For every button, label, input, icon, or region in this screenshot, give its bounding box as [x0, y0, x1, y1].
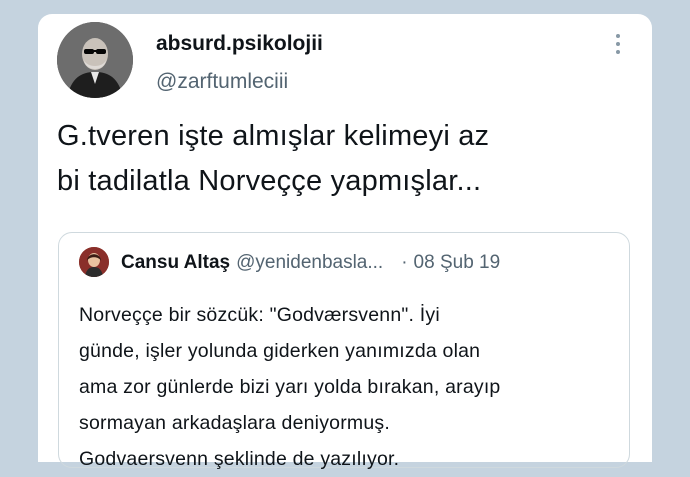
quoted-avatar[interactable] — [79, 247, 109, 277]
user-handle[interactable]: @zarftumleciii — [156, 70, 288, 94]
quoted-text-line: ama zor günlerde bizi yarı yolda bırakan… — [79, 376, 501, 398]
more-dot — [616, 42, 620, 46]
quoted-avatar-portrait — [79, 247, 109, 277]
quoted-tweet[interactable]: Cansu Altaş @yenidenbasla... · 08 Şub 19 No… — [58, 232, 630, 470]
quoted-text-line: sormayan arkadaşlara deniyormuş. — [79, 412, 390, 434]
quoted-text-line: Norveççe bir sözcük: "Godværsvenn". İyi — [79, 304, 440, 326]
display-name[interactable]: absurd.psikolojii — [156, 32, 323, 56]
more-dot — [616, 34, 620, 38]
avatar-portrait — [57, 22, 133, 98]
quoted-name[interactable]: Cansu Altaş — [121, 252, 230, 273]
tweet-text-line: G.tveren işte almışlar kelimeyi az — [57, 120, 490, 152]
more-dot — [616, 50, 620, 54]
tweet-text-line: bi tadilatla Norveççe yapmışlar... — [57, 165, 482, 197]
more-vertical-icon[interactable] — [610, 30, 626, 58]
separator-dot: · — [401, 252, 408, 273]
quoted-date[interactable]: 08 Şub 19 — [414, 252, 501, 273]
tweet-text: G.tveren işte almışlar kelimeyi az bi ta… — [57, 114, 637, 204]
quoted-handle[interactable]: @yenidenbasla... — [236, 252, 383, 273]
quoted-header: Cansu Altaş @yenidenbasla... · 08 Şub 19 — [121, 252, 500, 274]
tweet-card[interactable]: absurd.psikolojii @zarftumleciii G.tvere… — [38, 14, 652, 470]
profile-avatar[interactable] — [57, 22, 133, 98]
quoted-text-line: Godvaersvenn şeklinde de yazılıyor. — [79, 448, 400, 470]
quoted-text: Norveççe bir sözcük: "Godværsvenn". İyi … — [79, 297, 619, 477]
quoted-text-line: günde, işler yolunda giderken yanımızda … — [79, 340, 481, 362]
